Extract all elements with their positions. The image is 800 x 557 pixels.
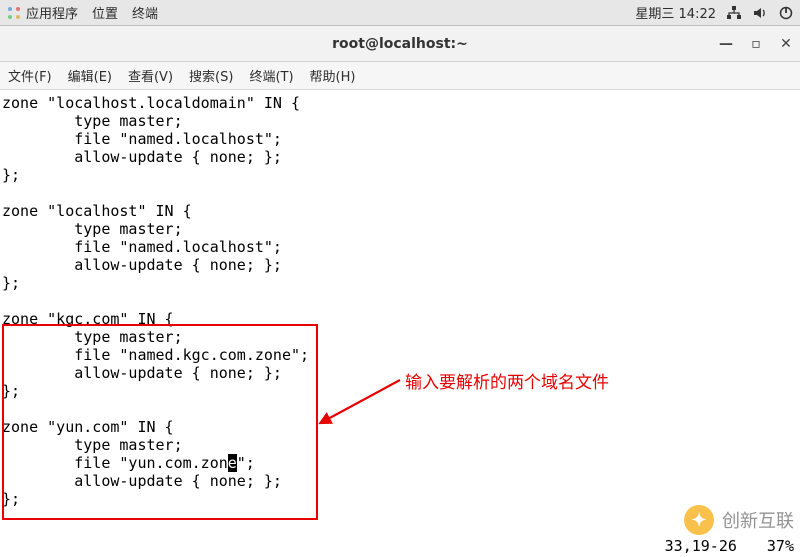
- menu-file[interactable]: 文件(F): [8, 66, 52, 85]
- panel-menus: 应用程序 位置 终端: [26, 3, 158, 22]
- terminal-line: type master;: [2, 220, 798, 238]
- window-titlebar: root@localhost:~ — ▫ ✕: [0, 26, 800, 62]
- menu-help[interactable]: 帮助(H): [310, 66, 356, 85]
- terminal-line: zone "yun.com" IN {: [2, 418, 798, 436]
- menu-edit[interactable]: 编辑(E): [68, 66, 112, 85]
- menu-search[interactable]: 搜索(S): [189, 66, 233, 85]
- panel-clock[interactable]: 星期三 14:22: [635, 3, 716, 22]
- network-icon[interactable]: [726, 5, 742, 21]
- vim-scroll-percent: 37%: [767, 537, 794, 555]
- window-title: root@localhost:~: [332, 36, 468, 52]
- terminal-view[interactable]: zone "localhost.localdomain" IN { type m…: [0, 90, 800, 557]
- menubar: 文件(F) 编辑(E) 查看(V) 搜索(S) 终端(T) 帮助(H): [0, 62, 800, 90]
- terminal-line: file "named.kgc.com.zone";: [2, 346, 798, 364]
- terminal-line: type master;: [2, 112, 798, 130]
- minimize-button[interactable]: —: [718, 36, 734, 52]
- terminal-line: [2, 400, 798, 418]
- terminal-line: [2, 292, 798, 310]
- terminal-line: file "named.localhost";: [2, 238, 798, 256]
- panel-menu-applications[interactable]: 应用程序: [26, 3, 78, 22]
- terminal-line: file "yun.com.zone";: [2, 454, 798, 472]
- vim-cursor-position: 33,19-26: [665, 537, 737, 555]
- volume-icon[interactable]: [752, 5, 768, 21]
- menu-terminal[interactable]: 终端(T): [249, 66, 293, 85]
- terminal-line: };: [2, 490, 798, 508]
- terminal-line: zone "localhost" IN {: [2, 202, 798, 220]
- terminal-line: allow-update { none; };: [2, 148, 798, 166]
- top-panel: 应用程序 位置 终端 星期三 14:22: [0, 0, 800, 26]
- close-button[interactable]: ✕: [778, 36, 794, 52]
- terminal-line: };: [2, 166, 798, 184]
- text-cursor: e: [228, 454, 237, 472]
- power-icon[interactable]: [778, 5, 794, 21]
- terminal-line: file "named.localhost";: [2, 130, 798, 148]
- terminal-line: allow-update { none; };: [2, 364, 798, 382]
- vim-status-bar: 33,19-26 37%: [665, 535, 800, 557]
- panel-menu-places[interactable]: 位置: [92, 3, 118, 22]
- menu-view[interactable]: 查看(V): [128, 66, 173, 85]
- activities-icon: [6, 5, 22, 21]
- terminal-line: zone "kgc.com" IN {: [2, 310, 798, 328]
- window-buttons: — ▫ ✕: [718, 26, 794, 61]
- terminal-line: type master;: [2, 436, 798, 454]
- terminal-line: allow-update { none; };: [2, 472, 798, 490]
- terminal-line: };: [2, 274, 798, 292]
- terminal-line: allow-update { none; };: [2, 256, 798, 274]
- maximize-button[interactable]: ▫: [748, 36, 764, 52]
- terminal-line: zone "localhost.localdomain" IN {: [2, 94, 798, 112]
- terminal-line: };: [2, 382, 798, 400]
- terminal-line: [2, 184, 798, 202]
- terminal-line: type master;: [2, 328, 798, 346]
- panel-tray: 星期三 14:22: [635, 3, 794, 22]
- panel-menu-terminal[interactable]: 终端: [132, 3, 158, 22]
